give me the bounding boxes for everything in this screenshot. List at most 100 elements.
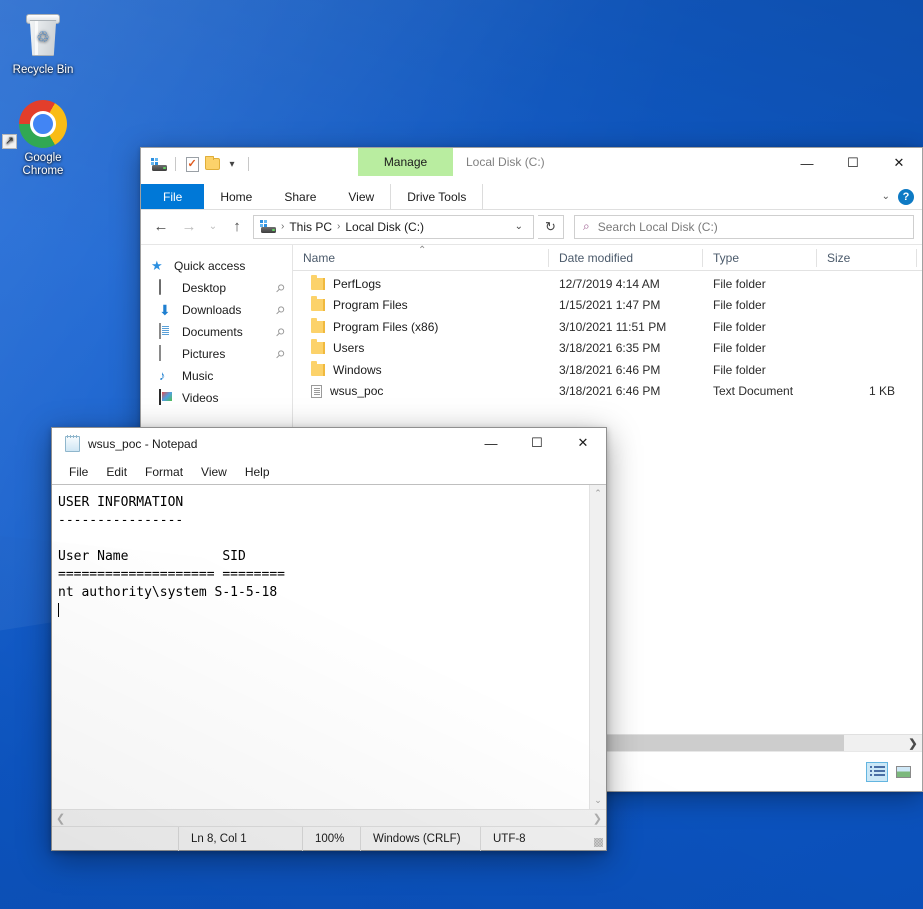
notepad-editor-area[interactable]: USER INFORMATION ---------------- User N… [52,484,606,809]
table-row[interactable]: wsus_poc 3/18/2021 6:46 PM Text Document… [293,381,922,403]
menu-item-format[interactable]: Format [136,462,192,482]
notepad-horizontal-scrollbar[interactable]: ❮ ❯ [52,809,606,826]
star-pin-icon: ★ [151,258,163,273]
sidebar-item-label: Videos [182,391,219,405]
menu-item-edit[interactable]: Edit [97,462,136,482]
address-dropdown-icon[interactable]: ⌄ [509,221,529,232]
recycle-bin-icon: ♲ [4,12,82,60]
sidebar-item-label: Desktop [182,281,227,295]
download-icon: ⬇ [159,302,171,318]
quick-access-toolbar[interactable]: ▾ [141,148,261,176]
minimize-button[interactable]: — [468,428,514,458]
scroll-left-arrow-icon[interactable]: ❮ [56,812,65,825]
close-button[interactable]: ✕ [876,148,922,178]
sidebar-item-desktop[interactable]: Desktop ⚲ [141,277,292,299]
pin-icon[interactable]: ⚲ [273,281,288,295]
desktop-icon-label-line1: Google [24,152,62,164]
notepad-window[interactable]: wsus_poc - Notepad — ☐ ✕ File Edit Forma… [51,427,607,851]
recent-locations-button[interactable]: ⌄ [205,215,221,239]
table-row[interactable]: Users 3/18/2021 6:35 PM File folder [293,338,922,360]
large-icons-view-button[interactable] [892,762,914,782]
up-button[interactable]: ↑ [225,215,249,239]
table-row[interactable]: PerfLogs 12/7/2019 4:14 AM File folder [293,273,922,295]
close-button[interactable]: ✕ [560,428,606,458]
properties-icon[interactable] [182,155,202,173]
sidebar-item-downloads[interactable]: ⬇ Downloads ⚲ [141,299,292,321]
notepad-text-input[interactable]: USER INFORMATION ---------------- User N… [52,485,589,809]
column-header-size[interactable]: Size [817,248,917,267]
scroll-up-arrow-icon[interactable]: ⌃ [590,485,606,502]
maximize-button[interactable]: ☐ [830,148,876,178]
sidebar-item-music[interactable]: ♪ Music [141,365,292,387]
file-date: 3/18/2021 6:46 PM [559,362,661,377]
table-row[interactable]: Program Files 1/15/2021 1:47 PM File fol… [293,295,922,317]
folder-icon [311,317,325,333]
status-line-endings: Windows (CRLF) [360,826,480,851]
menu-item-help[interactable]: Help [236,462,279,482]
resize-grip-icon[interactable] [594,838,603,847]
tab-home[interactable]: Home [204,184,268,209]
notepad-window-controls[interactable]: — ☐ ✕ [468,428,606,458]
customize-chevron-icon[interactable]: ▾ [222,155,242,173]
column-header-date-modified[interactable]: Date modified [549,248,703,267]
explorer-window-controls[interactable]: — ☐ ✕ [784,148,922,178]
maximize-button[interactable]: ☐ [514,428,560,458]
refresh-button[interactable]: ↻ [538,214,564,239]
scroll-down-arrow-icon[interactable]: ⌄ [590,792,606,809]
tab-file[interactable]: File [141,184,205,209]
text-caret [58,603,59,617]
help-icon[interactable]: ? [898,188,914,205]
explorer-title-bar[interactable]: ▾ Manage Local Disk (C:) — ☐ ✕ [141,148,922,184]
file-date: 3/10/2021 11:51 PM [559,319,667,334]
menu-item-file[interactable]: File [60,462,97,482]
status-encoding: UTF-8 [480,826,606,851]
column-header-type[interactable]: Type [703,248,817,267]
contextual-tab-group-manage: Manage [358,148,453,176]
address-bar[interactable]: › This PC › Local Disk (C:) ⌄ [253,214,534,239]
ribbon-tab-strip[interactable]: File Home Share View Drive Tools ⌄ ? [141,184,922,210]
menu-item-view[interactable]: View [192,462,236,482]
breadcrumb-local-disk[interactable]: Local Disk (C:) [341,220,428,234]
desktop-icon-label-line2: Chrome [22,165,64,177]
notepad-vertical-scrollbar[interactable]: ⌃ ⌄ [589,485,606,809]
tab-view[interactable]: View [332,184,390,209]
sidebar-item-pictures[interactable]: Pictures ⚲ [141,343,292,365]
status-cursor-position: Ln 8, Col 1 [178,826,302,851]
file-type: File folder [713,362,766,377]
details-view-button[interactable] [866,761,888,782]
desktop[interactable]: ♲ Recycle Bin ↗ Google Chrome ✓ ▾ Manage… [0,0,923,909]
notepad-menu-bar[interactable]: File Edit Format View Help [52,460,606,484]
folder-icon [311,296,325,312]
desktop-icon-recycle-bin[interactable]: ♲ Recycle Bin [4,12,82,77]
column-header-row[interactable]: Name Date modified Type Size ⌃ [293,245,922,271]
minimize-button[interactable]: — [784,148,830,178]
table-row[interactable]: Program Files (x86) 3/10/2021 11:51 PM F… [293,316,922,338]
pin-icon[interactable]: ⚲ [273,303,288,317]
pin-icon[interactable]: ⚲ [273,325,288,339]
new-folder-icon[interactable] [202,155,222,173]
ribbon-expand-chevron-icon[interactable]: ⌄ [882,191,890,202]
drive-icon[interactable] [149,155,169,173]
scroll-right-arrow-icon[interactable]: ❯ [904,735,922,751]
scrollbar-track[interactable] [590,502,606,792]
back-button[interactable]: ← [149,215,173,239]
file-type: Text Document [713,384,794,399]
table-row[interactable]: Windows 3/18/2021 6:46 PM File folder [293,359,922,381]
notepad-title-bar[interactable]: wsus_poc - Notepad — ☐ ✕ [52,428,606,460]
forward-button[interactable]: → [177,215,201,239]
sidebar-item-videos[interactable]: Videos [141,387,292,409]
sidebar-item-quick-access[interactable]: ★ Quick access [141,255,292,277]
scroll-right-arrow-icon[interactable]: ❯ [593,812,602,825]
desktop-icon-label: Recycle Bin [12,64,74,76]
desktop-icon-google-chrome[interactable]: ↗ Google Chrome [2,100,82,178]
tab-drive-tools[interactable]: Drive Tools [390,184,484,209]
search-input[interactable]: ⌕ Search Local Disk (C:) [574,214,914,239]
address-bar-row[interactable]: ← → ⌄ ↑ › This PC › Local Disk (C:) ⌄ ↻ … [141,210,922,244]
file-name: wsus_poc [330,384,384,399]
sidebar-item-documents[interactable]: Documents ⚲ [141,321,292,343]
tab-share[interactable]: Share [268,184,332,209]
breadcrumb-this-pc[interactable]: This PC [285,220,336,234]
file-size: 1 KB [868,384,895,399]
file-date: 1/15/2021 1:47 PM [559,298,661,313]
pin-icon[interactable]: ⚲ [273,347,288,361]
